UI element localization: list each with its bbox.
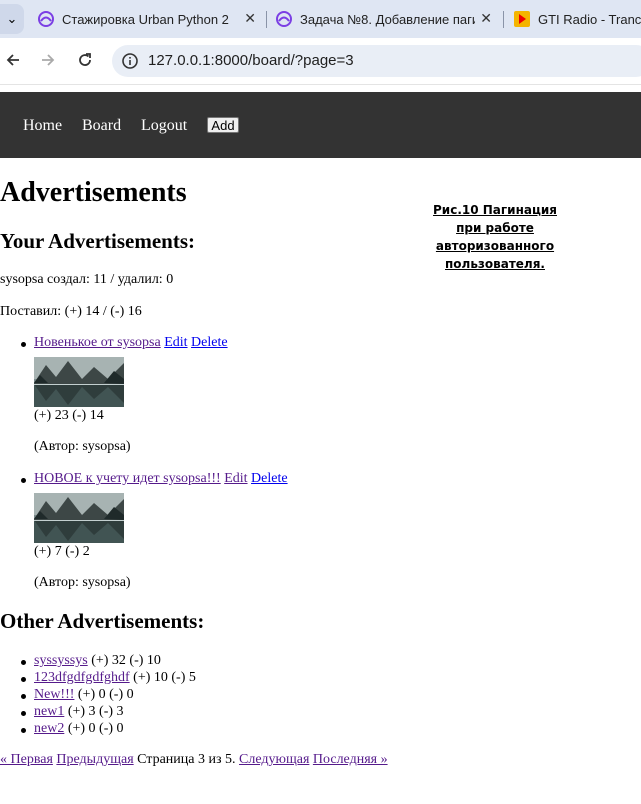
tab-title: Задача №8. Добавление пагин — [300, 11, 475, 27]
last-page-link[interactable]: Последняя » — [313, 752, 388, 767]
list-item: НОВОЕ к учету идет sysopsa!!! Edit Delet… — [34, 471, 288, 487]
arrow-right-icon — [42, 54, 55, 66]
ad-author: (Автор: sysopsa) — [34, 439, 131, 454]
back-button[interactable] — [1, 48, 25, 72]
list-item: syssyssys (+) 32 (-) 10 — [34, 653, 161, 669]
reload-button[interactable] — [73, 48, 97, 72]
browser-tab[interactable]: Стажировка Urban Python 2 ✕ — [38, 4, 260, 34]
ad-title-link[interactable]: НОВОЕ к учету идет sysopsa!!! — [34, 471, 221, 486]
next-page-link[interactable]: Следующая — [239, 752, 309, 767]
forward-button[interactable] — [36, 48, 60, 72]
site-navbar: Home Board Logout — [0, 92, 641, 158]
reload-icon — [79, 53, 91, 66]
tab-title: Стажировка Urban Python 2 — [62, 11, 229, 27]
url-field[interactable]: 127.0.0.1:8000/board/?page=3 — [112, 45, 641, 77]
ad-votes: (+) 23 (-) 14 — [34, 408, 104, 423]
list-bullet — [21, 660, 26, 665]
your-ads-heading: Your Advertisements: — [0, 229, 196, 253]
edit-link[interactable]: Edit — [224, 471, 247, 486]
ad-title-link[interactable]: New!!! — [34, 687, 74, 702]
list-bullet — [21, 711, 26, 716]
ad-votes: (+) 0 (-) 0 — [77, 687, 134, 702]
list-item: new2 (+) 0 (-) 0 — [34, 721, 124, 737]
prev-page-link[interactable]: Предыдущая — [56, 752, 133, 767]
arrow-left-icon — [6, 54, 19, 66]
ad-title-link[interactable]: new2 — [34, 721, 64, 736]
current-page-label: Страница 3 из 5. — [137, 752, 236, 767]
url-text: 127.0.0.1:8000/board/?page=3 — [148, 52, 354, 69]
figure-caption: Рис.10 Пагинация при работе авторизованн… — [433, 203, 557, 271]
nav-logout-link[interactable]: Logout — [141, 117, 187, 135]
ad-title-link[interactable]: new1 — [34, 704, 64, 719]
ad-votes: (+) 0 (-) 0 — [67, 721, 124, 736]
close-tab-icon[interactable]: ✕ — [480, 11, 492, 27]
ad-author: (Автор: sysopsa) — [34, 575, 131, 590]
list-item: 123dfgdfgdfghdf (+) 10 (-) 5 — [34, 670, 196, 686]
pagination: « Первая Предыдущая Страница 3 из 5. Сле… — [0, 752, 388, 768]
edit-link[interactable]: Edit — [164, 335, 187, 350]
nav-board-link[interactable]: Board — [82, 117, 121, 135]
site-info-icon[interactable] — [120, 51, 140, 71]
delete-link[interactable]: Delete — [191, 335, 228, 350]
list-item: New!!! (+) 0 (-) 0 — [34, 687, 134, 703]
youtube-play-icon — [514, 11, 530, 27]
ad-votes: (+) 3 (-) 3 — [67, 704, 124, 719]
tab-search-button[interactable]: ⌄ — [0, 4, 24, 34]
add-button[interactable]: Add — [207, 117, 239, 133]
course-favicon-icon — [38, 11, 54, 27]
ad-votes: (+) 10 (-) 5 — [133, 670, 196, 685]
chevron-down-icon: ⌄ — [6, 11, 18, 27]
first-page-link[interactable]: « Первая — [0, 752, 53, 767]
page-title: Advertisements — [0, 177, 187, 208]
ad-votes: (+) 32 (-) 10 — [91, 653, 161, 668]
address-bar-row: 127.0.0.1:8000/board/?page=3 — [0, 38, 641, 85]
ad-image[interactable] — [34, 493, 124, 543]
list-bullet — [21, 478, 26, 483]
user-stats-votes: Поставил: (+) 14 / (-) 16 — [0, 304, 142, 319]
delete-link[interactable]: Delete — [251, 471, 288, 486]
list-bullet — [21, 677, 26, 682]
close-tab-icon[interactable]: ✕ — [244, 11, 256, 27]
user-stats-created: sysopsa создал: 11 / удалил: 0 — [0, 272, 174, 287]
nav-home-link[interactable]: Home — [23, 117, 62, 135]
ad-title-link[interactable]: syssyssys — [34, 653, 88, 668]
list-bullet — [21, 342, 26, 347]
list-bullet — [21, 694, 26, 699]
browser-tab-bar: ⌄ Стажировка Urban Python 2 ✕ Задача №8.… — [0, 0, 641, 38]
other-ads-heading: Other Advertisements: — [0, 609, 205, 633]
browser-tab[interactable]: GTI Radio - Trance - — [514, 4, 641, 34]
list-item: Новенькое от sysopsa Edit Delete — [34, 335, 228, 351]
browser-tab[interactable]: Задача №8. Добавление пагин ✕ — [276, 4, 496, 34]
ad-title-link[interactable]: Новенькое от sysopsa — [34, 335, 161, 350]
ad-votes: (+) 7 (-) 2 — [34, 544, 90, 559]
tab-divider — [266, 11, 267, 28]
course-favicon-icon — [276, 11, 292, 27]
ad-title-link[interactable]: 123dfgdfgdfghdf — [34, 670, 130, 685]
list-bullet — [21, 728, 26, 733]
tab-divider — [503, 11, 504, 28]
list-item: new1 (+) 3 (-) 3 — [34, 704, 124, 720]
tab-title: GTI Radio - Trance - — [538, 11, 641, 27]
ad-image[interactable] — [34, 357, 124, 407]
